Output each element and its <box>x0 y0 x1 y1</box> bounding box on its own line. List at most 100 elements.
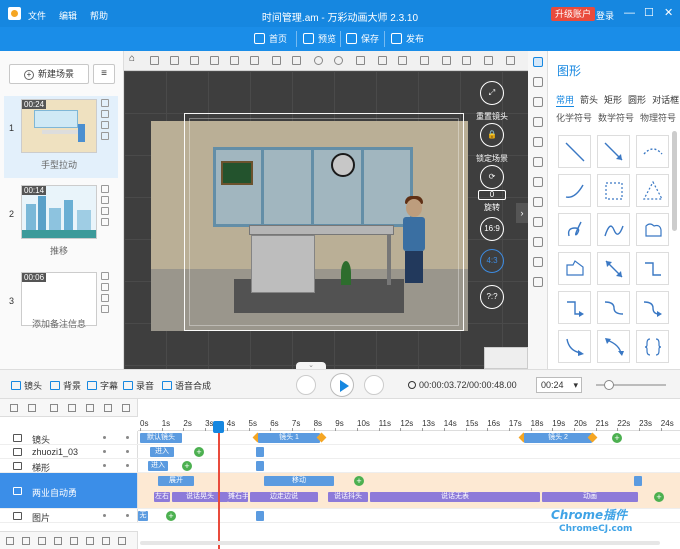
polygon-shape[interactable] <box>558 252 591 285</box>
tab-chemistry[interactable]: 化学符号 <box>556 111 592 124</box>
add-action-icon[interactable]: + <box>612 433 622 443</box>
visibility-dot[interactable] <box>103 450 106 453</box>
paste-icon[interactable] <box>101 283 109 291</box>
scene-item[interactable]: 2 00:14 推移 <box>4 182 118 264</box>
tab-rectangles[interactable]: 矩形 <box>604 93 622 107</box>
track-desk[interactable]: zhuozi1_03 进入 + <box>0 445 680 459</box>
track-trapezoid[interactable]: 梯形 进入 + <box>0 459 680 473</box>
duration-input[interactable]: 00:24 ▾ <box>536 377 582 393</box>
delete-icon[interactable] <box>484 56 493 65</box>
move-up-icon[interactable] <box>54 537 62 545</box>
segment-marker[interactable] <box>634 476 642 486</box>
dashed-triangle-shape[interactable] <box>636 174 669 207</box>
segment-talk-head[interactable]: 说话晃头 <box>172 492 228 502</box>
add-action-icon[interactable]: + <box>354 476 364 486</box>
import-icon[interactable] <box>38 537 46 545</box>
segment-camera-2[interactable]: 镜头 2 <box>524 433 592 443</box>
segment-enter[interactable]: 进入 <box>148 461 168 471</box>
copy-icon[interactable] <box>101 272 109 280</box>
tab-dialogs[interactable]: 对话框 <box>652 93 679 107</box>
segment-move[interactable]: 移动 <box>264 476 334 486</box>
rotate-knob[interactable]: ⟳ <box>480 165 504 189</box>
scribble-shape[interactable] <box>558 213 591 246</box>
chart-category-icon[interactable] <box>533 257 543 267</box>
lock-dot[interactable] <box>126 436 129 439</box>
delete-icon[interactable] <box>86 537 94 545</box>
ratio-16-9-button[interactable]: 16:9 <box>480 217 504 241</box>
move-down-icon[interactable] <box>70 537 78 545</box>
minimize-icon[interactable]: — <box>624 6 635 20</box>
group-icon[interactable] <box>378 56 387 65</box>
align-right-icon[interactable] <box>190 56 199 65</box>
lock-dot[interactable] <box>126 450 129 453</box>
zoom-in-icon[interactable] <box>314 56 323 65</box>
dashed-arc-shape[interactable] <box>636 135 669 168</box>
split-icon[interactable] <box>50 404 58 412</box>
segment-talk-plain[interactable]: 说话无表 <box>370 492 540 502</box>
visibility-dot[interactable] <box>103 514 106 517</box>
copy-icon[interactable] <box>68 404 76 412</box>
playhead-handle[interactable] <box>213 421 224 433</box>
add-subtitle-button[interactable]: 字幕 <box>87 379 118 392</box>
home-button[interactable]: 首页 <box>254 32 287 45</box>
delete-icon[interactable] <box>101 207 109 215</box>
maximize-icon[interactable]: ☐ <box>644 6 654 20</box>
segment-walk-talk[interactable]: 边走边说 <box>250 492 318 502</box>
collapse-right-panel-icon[interactable]: › <box>516 203 528 223</box>
add-action-icon[interactable]: + <box>182 461 192 471</box>
segment-shake[interactable]: 左右 <box>154 492 170 502</box>
rotate-value[interactable]: 0 <box>478 190 506 200</box>
slider-knob[interactable] <box>604 380 614 390</box>
add-action-icon[interactable]: + <box>194 447 204 457</box>
tools-category-icon[interactable] <box>533 137 543 147</box>
segment-hand[interactable]: 摊石手 <box>228 492 248 502</box>
s-curve-arrow-shape[interactable] <box>636 291 669 324</box>
zoom-out-icon[interactable] <box>334 56 343 65</box>
s-curve-shape[interactable] <box>597 291 630 324</box>
play-button[interactable] <box>330 373 354 397</box>
globe-category-icon[interactable] <box>533 237 543 247</box>
segment-marker[interactable] <box>256 461 264 471</box>
segment-talk-shake[interactable]: 说话抖头 <box>328 492 368 502</box>
tab-arrows[interactable]: 箭头 <box>580 93 598 107</box>
redo-icon[interactable] <box>462 56 471 65</box>
arrow-line-shape[interactable] <box>597 135 630 168</box>
login-link[interactable]: 登录 <box>596 9 614 22</box>
eye-icon[interactable] <box>118 537 126 545</box>
previous-frame-button[interactable] <box>296 375 316 395</box>
save-button[interactable]: 保存 <box>346 32 379 45</box>
timeline-zoom-slider[interactable] <box>596 380 666 390</box>
track-camera[interactable]: 镜头 默认镜头 镜头 1 镜头 2 + <box>0 431 680 445</box>
misc-category-icon[interactable] <box>533 277 543 287</box>
timeline-scrollbar[interactable] <box>140 541 660 545</box>
line-shape[interactable] <box>558 135 591 168</box>
delete-icon[interactable] <box>101 121 109 129</box>
copy-icon[interactable] <box>101 99 109 107</box>
add-camera-button[interactable]: 镜头 <box>11 379 42 392</box>
elbow-arrow-shape[interactable] <box>558 291 591 324</box>
upgrade-account-button[interactable]: 升级账户 <box>551 7 596 21</box>
add-keyframe-icon[interactable] <box>10 404 18 412</box>
music-category-icon[interactable] <box>533 197 543 207</box>
segment-enter[interactable]: 进入 <box>150 447 174 457</box>
layer-icon[interactable] <box>420 56 429 65</box>
preview-button[interactable]: 预览 <box>303 32 336 45</box>
scene-item[interactable]: 3 00:06 添加备注信息 <box>4 269 118 351</box>
tab-physics[interactable]: 物理符号 <box>640 111 676 124</box>
visibility-dot[interactable] <box>103 464 106 467</box>
filter-icon[interactable] <box>28 404 36 412</box>
align-center-icon[interactable] <box>170 56 179 65</box>
more-icon[interactable] <box>101 218 109 226</box>
next-frame-button[interactable] <box>364 375 384 395</box>
distribute-h-icon[interactable] <box>272 56 281 65</box>
more-icon[interactable] <box>101 305 109 313</box>
character-category-icon[interactable] <box>533 117 543 127</box>
tab-math[interactable]: 数学符号 <box>598 111 634 124</box>
tab-circles[interactable]: 圆形 <box>628 93 646 107</box>
shape-category-icon[interactable] <box>533 57 543 67</box>
blob-shape[interactable] <box>636 213 669 246</box>
undo-icon[interactable] <box>442 56 451 65</box>
image-category-icon[interactable] <box>533 77 543 87</box>
lock-icon[interactable] <box>102 537 110 545</box>
segment-camera-1[interactable]: 镜头 1 <box>258 433 320 443</box>
